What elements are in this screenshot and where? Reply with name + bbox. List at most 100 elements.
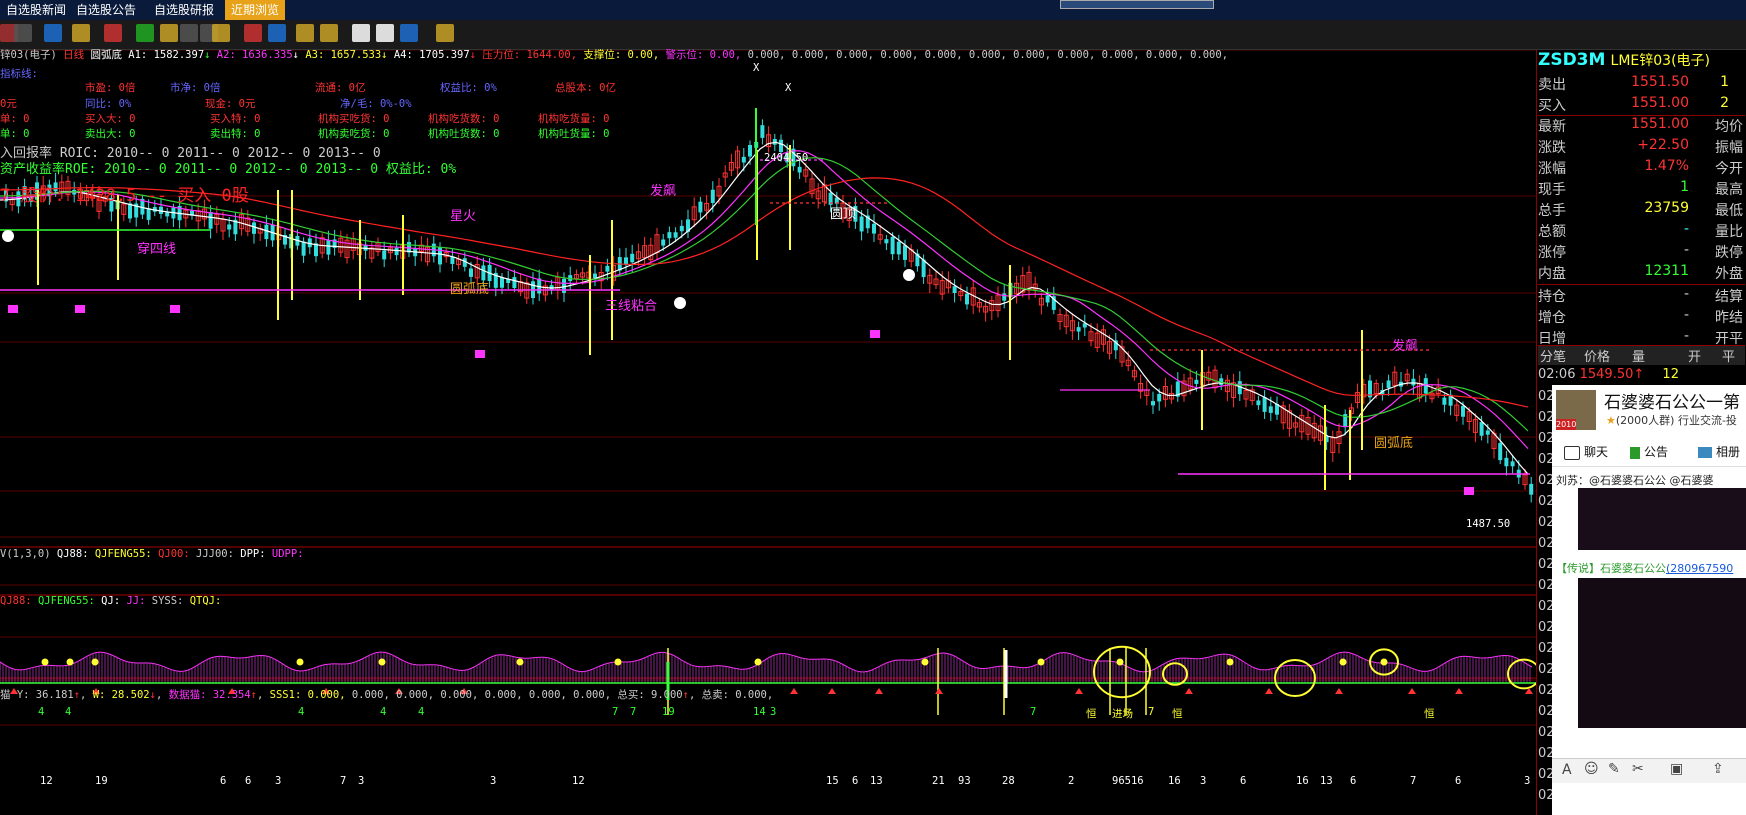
sub2-qtqj: QTQJ: — [189, 595, 222, 607]
sub3-top-label: 14 — [753, 706, 766, 718]
traffic-icon[interactable] — [136, 24, 154, 42]
sub1-qj00: QJ00: — [158, 548, 190, 560]
sub3-top-label: 4 — [65, 706, 72, 718]
sub3-bottom-number: 6 — [852, 775, 859, 787]
quote-row-label: 涨幅 — [1538, 161, 1566, 177]
sub3-total-sell: 总卖: 0.000, — [701, 689, 774, 701]
info-f3-1: 买入大: 0 — [85, 113, 136, 125]
chat-tab-notice[interactable]: 公告 — [1630, 443, 1668, 460]
pattern-label-7: 圆弧底 — [1374, 436, 1414, 451]
info-f4-2: 卖出特: 0 — [210, 128, 261, 140]
tab-watchlist-research[interactable]: 自选股研报 — [148, 0, 220, 20]
x-mark-0: X — [753, 62, 760, 74]
quote-row-right-label: 振幅 — [1715, 140, 1743, 156]
emoji-icon[interactable]: ☺ — [1584, 761, 1599, 777]
diamond-icon[interactable] — [160, 24, 178, 42]
info-f4-3: 机构卖吃货: 0 — [318, 128, 390, 140]
candle-body — [1411, 378, 1416, 386]
chat-tab-chat[interactable]: 聊天 — [1564, 443, 1608, 460]
sub3-bottom-number: 6 — [245, 775, 252, 787]
tick-volume: 12 — [1662, 367, 1679, 382]
angle-icon[interactable] — [296, 24, 314, 42]
font-icon[interactable]: A — [1562, 762, 1572, 778]
screenshot-icon[interactable]: ✂ — [1632, 761, 1644, 777]
info-f1-0: 市盈: 0倍 — [85, 82, 136, 94]
crosshair-icon[interactable] — [44, 24, 62, 42]
tick-tab[interactable]: 平 — [1722, 346, 1735, 365]
triangle-icon[interactable] — [320, 24, 338, 42]
tick-tab[interactable]: 价格 — [1584, 346, 1610, 365]
info-f2-0: 0元 — [0, 98, 17, 110]
candle-body — [741, 156, 746, 163]
zoom-in-icon[interactable] — [180, 24, 198, 42]
alert-icon[interactable] — [244, 24, 262, 42]
sub3-y: 猫 Y: 36.181 — [0, 689, 74, 701]
monitor-icon[interactable] — [400, 24, 418, 42]
window-icon[interactable] — [14, 24, 32, 42]
sub3-bottom-number: 7 — [1410, 775, 1417, 787]
info-f3-5: 机构吃货量: 0 — [538, 113, 610, 125]
pen-icon[interactable] — [104, 24, 122, 42]
candle-body — [884, 239, 889, 244]
candle-body — [146, 208, 151, 220]
quote-row-value: 1.47% — [1644, 158, 1689, 174]
tab-recent-browsed[interactable]: 近期浏览 — [225, 0, 286, 20]
tab-watchlist-announcements[interactable]: 自选股公告 — [70, 0, 142, 20]
warning-icon[interactable] — [436, 24, 454, 42]
pin-icon[interactable]: ✎ — [1608, 761, 1620, 777]
chat-icon — [1564, 445, 1580, 460]
smiley-icon — [903, 269, 915, 281]
sell-volume: 1 — [1720, 74, 1729, 90]
star-icon: ★ — [1606, 414, 1616, 427]
sub3-bottom-number: 16 — [1296, 775, 1309, 787]
floating-window-edge — [1060, 0, 1214, 9]
tick-tab[interactable]: 量 — [1632, 346, 1645, 365]
sub3-sss1: SSS1: 0.000, — [269, 689, 346, 701]
info-f2-1: 同比: 0% — [85, 98, 132, 110]
quote-row-value: 23759 — [1644, 200, 1689, 216]
notes-icon[interactable] — [352, 24, 370, 42]
image-icon[interactable]: ▣ — [1670, 761, 1683, 777]
sub3-bottom-number: 13 — [1320, 775, 1333, 787]
upload-icon[interactable]: ⇪ — [1712, 761, 1724, 777]
arrow-marker — [828, 688, 836, 694]
quote-row-right-label: 外盘 — [1715, 266, 1743, 282]
chat-input[interactable] — [1556, 787, 1742, 813]
quote-row-label: 持仓 — [1538, 289, 1566, 305]
info-f4-5: 机构吐货量: 0 — [538, 128, 610, 140]
candle-body — [1510, 461, 1515, 467]
layout-icon[interactable] — [268, 24, 286, 42]
tick-tab[interactable]: 开 — [1688, 346, 1701, 365]
sub3-top-label: 7 — [612, 706, 619, 718]
bell-icon[interactable] — [212, 24, 230, 42]
quote-row-value: - — [1683, 242, 1689, 258]
candle-body — [469, 268, 473, 277]
chat-tab-album[interactable]: 相册 — [1698, 443, 1746, 460]
group-avatar[interactable]: 2010 — [1556, 390, 1596, 430]
chat-link[interactable]: (280967590 — [1666, 562, 1733, 575]
wave-dot — [296, 658, 304, 666]
signal-badge — [870, 330, 880, 338]
tab-watchlist-news[interactable]: 自选股新闻 — [0, 0, 72, 20]
tick-tab[interactable]: 分笔 — [1540, 346, 1566, 365]
sub3-w: W: 28.502 — [92, 689, 150, 701]
sub3-top-label: 4 — [418, 706, 425, 718]
tick-price: 1549.50 — [1579, 367, 1634, 382]
candle-body — [630, 253, 635, 263]
instrument-name: 锌03(电子) — [0, 49, 57, 61]
buy-label: 买入 — [1538, 98, 1566, 114]
candle-body — [165, 212, 170, 217]
candle-body — [394, 247, 399, 256]
quote-row-value: 12311 — [1644, 263, 1689, 279]
sub3-top-label: 4 — [298, 706, 305, 718]
chat-image-1[interactable] — [1578, 488, 1746, 550]
message-icon[interactable] — [376, 24, 394, 42]
ruler-icon[interactable] — [72, 24, 90, 42]
candle-body — [859, 216, 864, 232]
candle-body — [1256, 400, 1261, 406]
info-f4-4: 机构吐货数: 0 — [428, 128, 500, 140]
sub3-top-label: 3 — [770, 706, 777, 718]
chat-image-2[interactable] — [1578, 578, 1746, 728]
candle-body — [698, 201, 703, 213]
quote-row-right-label: 跌停 — [1715, 245, 1743, 261]
